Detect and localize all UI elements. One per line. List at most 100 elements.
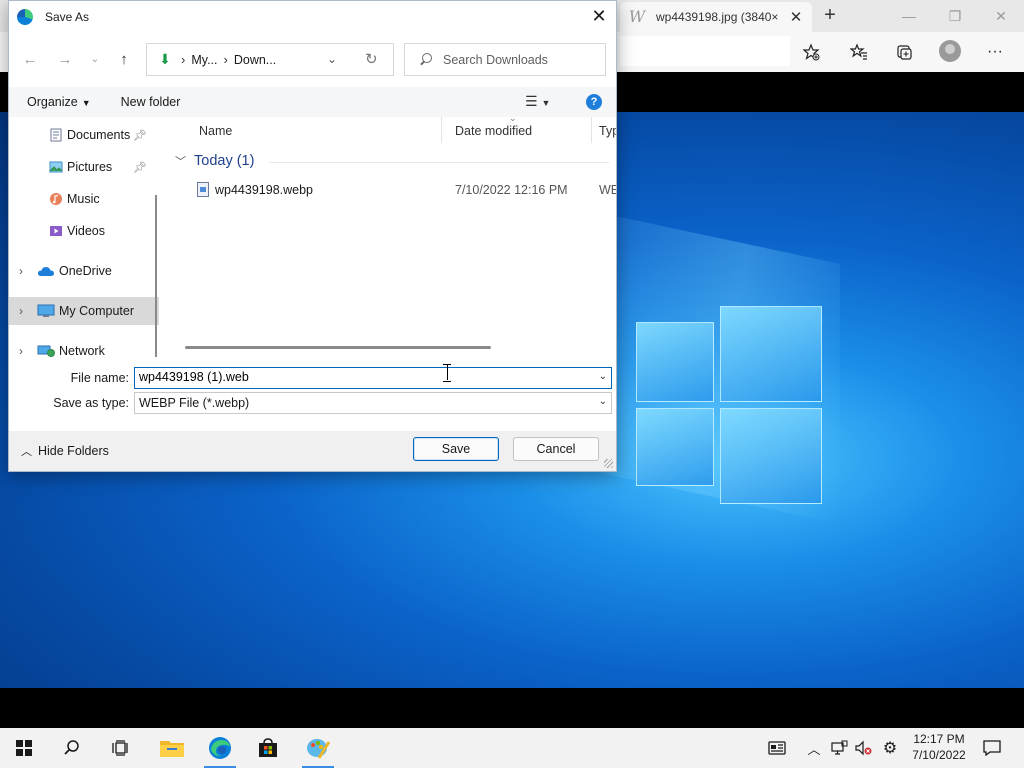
edge-app-icon (17, 9, 33, 25)
network-status-icon[interactable] (828, 728, 850, 768)
browser-tab[interactable]: W wp4439198.jpg (3840× ✕ (620, 2, 812, 32)
save-as-type-select[interactable]: WEBP File (*.webp) ⌄ (134, 392, 612, 414)
nav-item-music[interactable]: Music (9, 185, 159, 213)
forward-arrow-icon[interactable]: → (52, 47, 78, 71)
file-explorer-button[interactable] (148, 728, 196, 768)
nav-item-onedrive[interactable]: › OneDrive (9, 257, 159, 285)
nav-item-label: Pictures (67, 160, 113, 174)
column-separator[interactable] (591, 117, 592, 143)
back-arrow-icon[interactable]: ← (17, 47, 43, 71)
column-header-name[interactable]: Name (199, 122, 232, 142)
new-tab-button[interactable]: + (818, 4, 842, 28)
more-options-icon[interactable]: ··· (982, 39, 1008, 65)
search-button[interactable] (48, 728, 96, 768)
paint-button[interactable] (294, 728, 342, 768)
address-breadcrumb[interactable]: ⬇ › My... › Down... ⌄ ↻ (146, 43, 394, 76)
resize-grip[interactable] (604, 459, 613, 468)
expand-chevron-icon[interactable]: › (19, 304, 23, 318)
expand-chevron-icon[interactable]: › (19, 264, 23, 278)
search-input[interactable] (443, 52, 603, 67)
search-icon (419, 52, 433, 67)
network-icon (37, 344, 55, 357)
save-as-type-label: Save as type: (53, 396, 129, 410)
recent-locations-chevron-icon[interactable]: ⌄ (82, 47, 108, 71)
up-arrow-icon[interactable]: ↑ (111, 47, 137, 71)
store-button[interactable] (244, 728, 292, 768)
file-name-input[interactable] (139, 370, 579, 384)
show-hidden-icons-chevron-icon[interactable]: ︿ (804, 728, 824, 768)
restore-button[interactable]: ❐ (932, 0, 978, 32)
save-button[interactable]: Save (413, 437, 499, 461)
minimize-button[interactable]: — (886, 0, 932, 32)
file-list-scrollbar[interactable] (185, 346, 491, 349)
system-clock[interactable]: 12:17 PM 7/10/2022 (900, 731, 978, 763)
column-header-type[interactable]: Type (599, 122, 616, 142)
nav-item-pictures[interactable]: Pictures 📌︎ (9, 153, 159, 181)
edge-taskbar-button[interactable] (196, 728, 244, 768)
nav-item-label: Music (67, 192, 100, 206)
dialog-close-button[interactable]: ✕ (586, 5, 612, 29)
refresh-icon[interactable]: ↻ (365, 50, 378, 68)
organize-button[interactable]: Organize ▼ (27, 95, 91, 109)
edge-icon (209, 737, 231, 759)
settings-gear-icon[interactable]: ⚙ (878, 728, 902, 768)
group-header-today[interactable]: ﹀ Today (1) (175, 153, 254, 169)
close-window-button[interactable]: ✕ (978, 0, 1024, 32)
task-view-button[interactable] (96, 728, 144, 768)
clock-time: 12:17 PM (913, 732, 965, 746)
breadcrumb-downloads[interactable]: Down... (234, 53, 276, 67)
tab-favicon-icon: W (628, 7, 646, 26)
command-bar: Organize ▼ New folder ☰ ▼ ? (9, 87, 616, 117)
cloud-icon (37, 264, 55, 278)
pin-icon: 📌︎ (133, 161, 147, 174)
dropdown-chevron-icon[interactable]: ⌄ (599, 371, 607, 382)
file-type: WEBP (599, 183, 616, 197)
navigation-pane: Documents 📌︎ Pictures 📌︎ Music Videos › … (9, 117, 165, 357)
file-name-combobox[interactable]: ⌄ (134, 367, 612, 389)
nav-item-documents[interactable]: Documents 📌︎ (9, 121, 159, 149)
nav-item-network[interactable]: › Network (9, 337, 159, 357)
volume-muted-icon[interactable] (852, 728, 874, 768)
cancel-button[interactable]: Cancel (513, 437, 599, 461)
nav-item-label: OneDrive (59, 264, 112, 278)
news-widget-icon[interactable] (764, 728, 790, 768)
hide-folders-button[interactable]: ︿ Hide Folders (21, 443, 109, 459)
windows-start-icon (16, 740, 32, 756)
save-as-type-row: Save as type: WEBP File (*.webp) ⌄ (9, 392, 616, 416)
column-separator[interactable] (441, 117, 442, 143)
breadcrumb-separator-icon: › (223, 52, 228, 67)
expand-chevron-icon[interactable]: › (19, 344, 23, 357)
windows-logo-graphic (636, 306, 822, 504)
dialog-navbar: ← → ⌄ ↑ ⬇ › My... › Down... ⌄ ↻ (9, 39, 616, 79)
nav-item-label: Network (59, 344, 105, 357)
computer-icon (37, 304, 55, 318)
address-dropdown-icon[interactable]: ⌄ (327, 52, 337, 66)
profile-avatar[interactable] (939, 40, 961, 62)
group-divider (269, 162, 609, 163)
file-name-row: File name: ⌄ (9, 367, 616, 391)
column-header-date-modified[interactable]: Date modified (455, 122, 532, 142)
nav-item-label: Documents (67, 128, 131, 142)
file-date: 7/10/2022 12:16 PM (455, 183, 568, 197)
nav-item-videos[interactable]: Videos (9, 217, 159, 245)
add-favorite-icon[interactable] (798, 39, 824, 65)
dropdown-chevron-icon[interactable]: ⌄ (599, 396, 607, 407)
videos-icon (49, 224, 65, 238)
nav-pane-scrollbar[interactable] (155, 195, 157, 357)
file-row[interactable]: wp4439198.webp 7/10/2022 12:16 PM WEBP (185, 181, 616, 201)
search-box[interactable] (404, 43, 606, 76)
image-file-icon (197, 182, 209, 197)
help-icon[interactable]: ? (586, 94, 602, 110)
start-button[interactable] (0, 728, 48, 768)
nav-item-my-computer[interactable]: › My Computer (9, 297, 159, 325)
tab-close-icon[interactable]: ✕ (788, 8, 804, 26)
new-folder-button[interactable]: New folder (121, 95, 181, 109)
breadcrumb-my-computer[interactable]: My... (191, 53, 217, 67)
address-bar[interactable] (620, 36, 790, 66)
favorites-icon[interactable] (846, 39, 872, 65)
collections-icon[interactable] (891, 39, 917, 65)
pictures-icon (49, 160, 65, 174)
notifications-icon[interactable] (980, 728, 1004, 768)
breadcrumb-separator-icon: › (181, 52, 186, 67)
view-options-icon[interactable]: ☰ ▼ (525, 93, 550, 110)
